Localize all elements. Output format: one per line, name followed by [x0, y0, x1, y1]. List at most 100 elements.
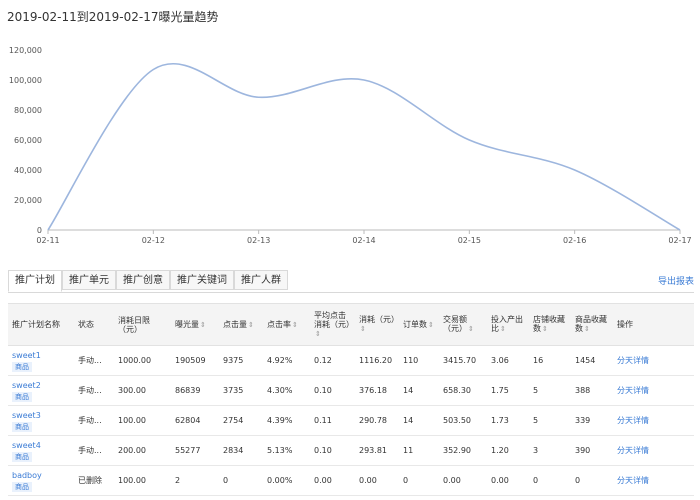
- sort-icon[interactable]: ⇕: [584, 325, 590, 333]
- daily-detail-link[interactable]: 分天详情: [617, 386, 649, 395]
- daily-detail-link[interactable]: 分天详情: [617, 356, 649, 365]
- cost-cell: 0.00: [355, 465, 399, 496]
- x-tick-label: 02-16: [563, 236, 586, 245]
- shop-fav-cell: 5: [529, 405, 571, 436]
- clicks-cell: 2834: [219, 435, 263, 466]
- plan-type-tag: 商品: [12, 481, 32, 492]
- sort-icon[interactable]: ⇕: [200, 321, 206, 329]
- tab-creative[interactable]: 推广创意: [116, 270, 170, 290]
- plan-type-tag: 商品: [12, 421, 32, 432]
- col-item-fav[interactable]: 商品收藏数⇕: [571, 303, 613, 346]
- plan-name-link[interactable]: sweet4: [12, 440, 70, 451]
- plan-name-link[interactable]: badboy: [12, 470, 70, 481]
- x-tick-label: 02-14: [352, 236, 375, 245]
- ctr-cell: 4.92%: [263, 345, 310, 376]
- sort-icon[interactable]: ⇕: [292, 321, 298, 329]
- status-cell: 手动...: [74, 345, 114, 376]
- col-cost[interactable]: 消耗（元）⇕: [355, 303, 399, 346]
- shop-fav-cell: 3: [529, 435, 571, 466]
- daily-detail-link[interactable]: 分天详情: [617, 476, 649, 485]
- ctr-cell: 4.30%: [263, 375, 310, 406]
- series-line: [47, 62, 681, 231]
- tab-plan[interactable]: 推广计划: [8, 270, 62, 292]
- col-clicks[interactable]: 点击量⇕: [219, 303, 263, 346]
- cost-cell: 290.78: [355, 405, 399, 436]
- col-revenue[interactable]: 交易额（元）⇕: [439, 303, 487, 346]
- sort-icon[interactable]: ⇕: [360, 325, 366, 333]
- col-ctr[interactable]: 点击率⇕: [263, 303, 310, 346]
- col-action: 操作: [613, 303, 694, 346]
- col-impressions[interactable]: 曝光量⇕: [171, 303, 219, 346]
- sort-icon[interactable]: ⇕: [428, 321, 434, 329]
- item-fav-cell: 388: [571, 375, 613, 406]
- revenue-cell: 3415.70: [439, 345, 487, 376]
- plan-name-link[interactable]: sweet3: [12, 410, 70, 421]
- ctr-cell: 0.00%: [263, 465, 310, 496]
- plan-name-link[interactable]: sweet2: [12, 380, 70, 391]
- clicks-cell: 0: [219, 465, 263, 496]
- orders-cell: 0: [399, 465, 439, 496]
- y-tick-label: 120,000: [9, 46, 42, 55]
- sort-icon[interactable]: ⇕: [542, 325, 548, 333]
- shop-fav-cell: 16: [529, 345, 571, 376]
- orders-cell: 110: [399, 345, 439, 376]
- orders-cell: 14: [399, 405, 439, 436]
- col-orders[interactable]: 订单数⇕: [399, 303, 439, 346]
- status-cell: 手动...: [74, 375, 114, 406]
- clicks-cell: 2754: [219, 405, 263, 436]
- table-header-row: 推广计划名称 状态 消耗日限（元） 曝光量⇕ 点击量⇕ 点击率⇕ 平均点击消耗（…: [8, 303, 694, 346]
- plan-name-link[interactable]: sweet1: [12, 350, 70, 361]
- item-fav-cell: 339: [571, 405, 613, 436]
- sort-icon[interactable]: ⇕: [500, 325, 506, 333]
- table-row: sweet2 商品 手动... 300.00 86839 3735 4.30% 0…: [8, 375, 694, 406]
- y-tick-label: 60,000: [14, 136, 42, 145]
- shop-fav-cell: 0: [529, 465, 571, 496]
- col-avg-cpc[interactable]: 平均点击消耗（元）⇕: [310, 303, 355, 346]
- col-daily-budget: 消耗日限（元）: [114, 303, 171, 346]
- table-row: badboy 商品 已删除 100.00 2 0 0.00% 0.00 0.00 …: [8, 465, 694, 496]
- budget-cell: 1000.00: [114, 345, 171, 376]
- plan-type-tag: 商品: [12, 391, 32, 402]
- x-tick-label: 02-15: [458, 236, 481, 245]
- tab-unit[interactable]: 推广单元: [62, 270, 116, 290]
- orders-cell: 14: [399, 375, 439, 406]
- sort-icon[interactable]: ⇕: [315, 330, 321, 338]
- daily-detail-link[interactable]: 分天详情: [617, 446, 649, 455]
- cpc-cell: 0.10: [310, 435, 355, 466]
- export-report-link[interactable]: 导出报表: [658, 274, 694, 287]
- daily-detail-link[interactable]: 分天详情: [617, 416, 649, 425]
- y-tick-label: 0: [37, 226, 42, 235]
- status-cell: 手动...: [74, 435, 114, 466]
- impressions-cell: 2: [171, 465, 219, 496]
- x-tick-label: 02-13: [247, 236, 270, 245]
- sort-icon[interactable]: ⇕: [248, 321, 254, 329]
- y-tick-label: 100,000: [9, 76, 42, 85]
- impressions-cell: 86839: [171, 375, 219, 406]
- roi-cell: 0.00: [487, 465, 529, 496]
- plan-type-tag: 商品: [12, 451, 32, 462]
- col-status: 状态: [74, 303, 114, 346]
- table-row: sweet4 商品 手动... 200.00 55277 2834 5.13% 0…: [8, 435, 694, 466]
- cpc-cell: 0.11: [310, 405, 355, 436]
- col-roi[interactable]: 投入产出比⇕: [487, 303, 529, 346]
- col-plan-name: 推广计划名称: [8, 303, 74, 346]
- roi-cell: 1.73: [487, 405, 529, 436]
- tab-audience[interactable]: 推广人群: [234, 270, 288, 290]
- clicks-cell: 3735: [219, 375, 263, 406]
- x-tick-label: 02-12: [142, 236, 165, 245]
- status-cell: 已删除: [74, 465, 114, 496]
- revenue-cell: 0.00: [439, 465, 487, 496]
- item-fav-cell: 0: [571, 465, 613, 496]
- shop-fav-cell: 5: [529, 375, 571, 406]
- tab-keyword[interactable]: 推广关键词: [170, 270, 234, 290]
- y-tick-label: 40,000: [14, 166, 42, 175]
- cost-cell: 376.18: [355, 375, 399, 406]
- sort-icon[interactable]: ⇕: [468, 325, 474, 333]
- ctr-cell: 4.39%: [263, 405, 310, 436]
- plan-type-tag: 商品: [12, 361, 32, 372]
- col-shop-fav[interactable]: 店铺收藏数⇕: [529, 303, 571, 346]
- revenue-cell: 503.50: [439, 405, 487, 436]
- budget-cell: 100.00: [114, 465, 171, 496]
- cpc-cell: 0.10: [310, 375, 355, 406]
- cost-cell: 293.81: [355, 435, 399, 466]
